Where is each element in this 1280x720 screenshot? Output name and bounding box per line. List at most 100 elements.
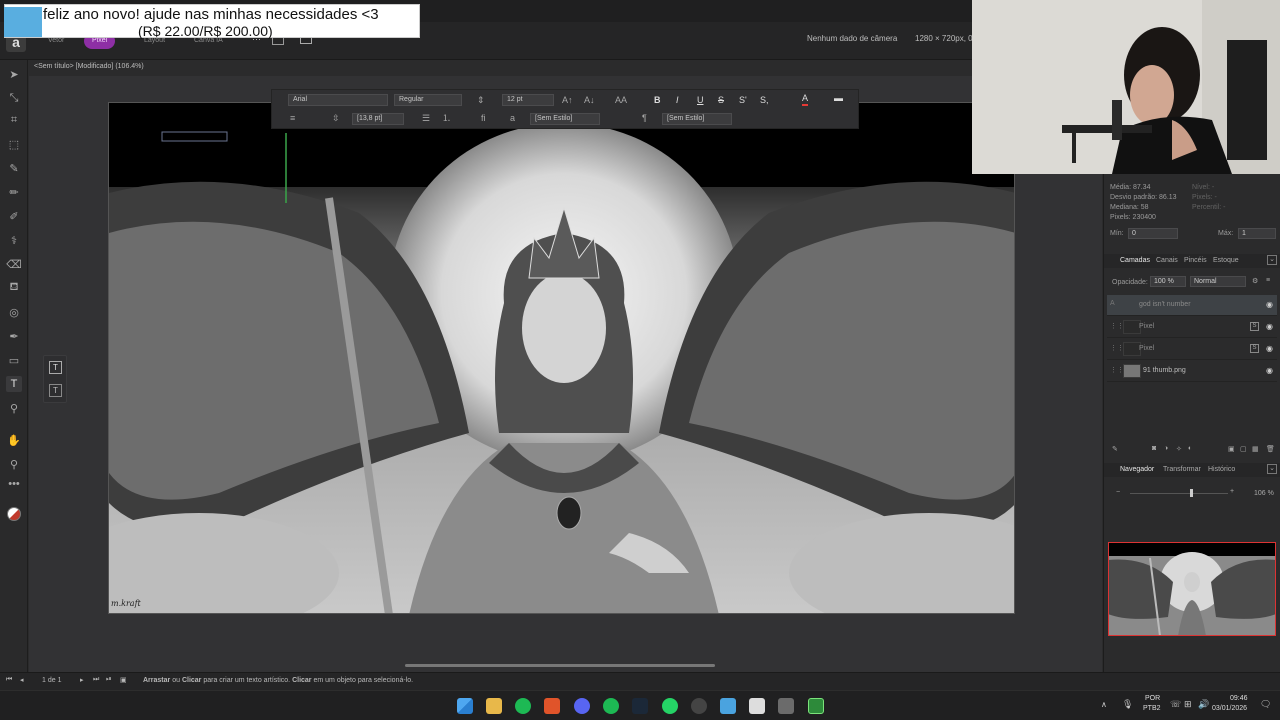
network-icon[interactable]: ⊞ xyxy=(1184,699,1192,710)
max-input[interactable]: 1 xyxy=(1238,228,1276,239)
eyedropper-tool-icon[interactable]: ⚲ xyxy=(6,400,22,416)
font-weight-select[interactable]: Regular xyxy=(394,94,462,106)
strikethrough-button[interactable]: S xyxy=(718,94,724,106)
lang-indicator[interactable]: POR xyxy=(1145,695,1160,702)
layer-filter-icon[interactable]: ≡ xyxy=(1266,277,1270,284)
panel-menu-icon[interactable]: ⌄ xyxy=(1267,255,1277,265)
bold-button[interactable]: B xyxy=(654,94,661,106)
add-pixel-layer-icon[interactable]: ▣ xyxy=(1228,445,1235,453)
prev-page-icon[interactable]: ◂ xyxy=(20,676,24,684)
notification-icon[interactable]: 🗨 xyxy=(1260,699,1271,710)
delete-layer-icon[interactable]: 🗑 xyxy=(1266,445,1275,453)
bullet-list-icon[interactable]: ☰ xyxy=(422,112,430,124)
calculator-icon[interactable] xyxy=(778,698,794,714)
layer-row[interactable]: ⋮⋮ 91 thumb.png ◉ xyxy=(1107,361,1277,382)
blend-mode-select[interactable]: Normal xyxy=(1190,276,1246,287)
mask-icon[interactable]: ◙ xyxy=(1152,445,1156,452)
affinity-photo-icon[interactable] xyxy=(808,698,824,714)
next-page-icon[interactable]: ▸ xyxy=(80,676,84,684)
tab-historico[interactable]: Histórico xyxy=(1208,466,1235,473)
spotify-2-icon[interactable] xyxy=(603,698,619,714)
brush-tool-icon[interactable]: ✏ xyxy=(6,184,22,200)
horizontal-scrollbar[interactable] xyxy=(405,664,715,667)
capcut-icon[interactable] xyxy=(749,698,765,714)
steam-icon[interactable] xyxy=(632,698,648,714)
character-style-select[interactable]: [Sem Estilo] xyxy=(530,113,600,125)
whatsapp-icon[interactable] xyxy=(662,698,678,714)
brave-browser-icon[interactable] xyxy=(544,698,560,714)
tab-canais[interactable]: Canais xyxy=(1156,257,1178,264)
zoom-slider[interactable] xyxy=(1130,493,1228,494)
eraser-tool-icon[interactable]: ⌫ xyxy=(6,256,22,272)
italic-button[interactable]: I xyxy=(676,94,679,106)
clock-date[interactable]: 03/01/2026 xyxy=(1212,705,1247,712)
nav-menu-icon[interactable]: ⌄ xyxy=(1267,464,1277,474)
leading-icon[interactable]: ⇳ xyxy=(332,112,340,124)
windows-start-icon[interactable] xyxy=(457,698,473,714)
opacity-input[interactable]: 100 % xyxy=(1150,276,1186,287)
grow-font-icon[interactable]: A↑ xyxy=(562,94,573,106)
font-family-select[interactable]: Arial xyxy=(288,94,388,106)
artistic-text-icon[interactable]: T xyxy=(49,361,62,374)
group-icon[interactable]: ▢ xyxy=(1240,445,1247,453)
history-back-icon[interactable]: ⏯ xyxy=(106,676,112,684)
paragraph-icon[interactable]: ¶ xyxy=(642,112,647,124)
eye-icon[interactable]: ◉ xyxy=(1266,366,1273,375)
tray-chevron-icon[interactable]: ∧ xyxy=(1101,700,1107,709)
case-icon[interactable]: AA xyxy=(615,94,627,106)
document-tab[interactable]: <Sem título> [Modificado] (106.4%) xyxy=(34,63,144,70)
shrink-font-icon[interactable]: A↓ xyxy=(584,94,595,106)
microphone-icon[interactable]: 🎙 xyxy=(1122,699,1133,710)
min-input[interactable]: 0 xyxy=(1128,228,1178,239)
text-color-icon[interactable]: A xyxy=(802,92,809,106)
fx-icon[interactable]: S xyxy=(1250,344,1259,353)
align-left-icon[interactable]: ≡ xyxy=(290,112,295,124)
volume-icon[interactable]: 🔊 xyxy=(1198,699,1209,710)
eye-icon[interactable]: ◉ xyxy=(1266,344,1273,353)
first-page-icon[interactable]: ⏮ xyxy=(6,676,12,684)
drag-handle-icon[interactable]: ⋮⋮ xyxy=(1110,344,1124,352)
move-tool-icon[interactable]: ➤ xyxy=(6,66,22,82)
last-page-icon[interactable]: ⏭ xyxy=(93,676,99,684)
tab-navegador[interactable]: Navegador xyxy=(1120,466,1154,473)
grid-layers-icon[interactable]: ▦ xyxy=(1252,445,1259,453)
discord-icon[interactable] xyxy=(574,698,590,714)
pen-tool-icon[interactable]: ✒ xyxy=(6,328,22,344)
color-picker-icon[interactable]: ✎ xyxy=(6,160,22,176)
text-tool-icon[interactable]: T xyxy=(6,376,22,392)
retouch-tool-icon[interactable]: ⚕ xyxy=(6,232,22,248)
underline-button[interactable]: U xyxy=(697,94,704,106)
paragraph-style-select[interactable]: [Sem Estilo] xyxy=(662,113,732,125)
eye-icon[interactable]: ◉ xyxy=(1266,300,1273,309)
superscript-button[interactable]: S' xyxy=(739,94,747,106)
clone-tool-icon[interactable]: ◎ xyxy=(6,304,22,320)
numbered-list-icon[interactable]: ⒈ xyxy=(442,112,451,124)
fx-icon[interactable]: S xyxy=(1250,322,1259,331)
layer-settings-icon[interactable]: ⚙ xyxy=(1252,277,1258,285)
selection-tool-icon[interactable]: ⬚ xyxy=(6,136,22,152)
leading-input[interactable]: [13,8 pt] xyxy=(352,113,404,125)
zoom-slider-handle[interactable] xyxy=(1190,489,1193,497)
tab-pinceis[interactable]: Pincéis xyxy=(1184,257,1207,264)
font-size-input[interactable]: 12 pt xyxy=(502,94,554,106)
more-tools-icon[interactable]: ••• xyxy=(6,476,22,492)
zoom-out-icon[interactable]: − xyxy=(1116,489,1120,496)
fx-layer-icon[interactable]: ✧ xyxy=(1176,445,1182,453)
pages-icon[interactable]: ▣ xyxy=(120,676,127,684)
zoom-tool-icon[interactable]: ⚲ xyxy=(6,456,22,472)
tab-camadas[interactable]: Camadas xyxy=(1120,257,1150,264)
ligature-icon[interactable]: fi xyxy=(481,112,486,124)
navigator-preview[interactable] xyxy=(1108,542,1276,636)
tab-estoque[interactable]: Estoque xyxy=(1213,257,1239,264)
file-explorer-icon[interactable] xyxy=(486,698,502,714)
transform-tool-icon[interactable]: ⤡ xyxy=(6,90,22,106)
shape-tool-icon[interactable]: ▭ xyxy=(6,352,22,368)
layer-row[interactable]: A god isn't number ◉ xyxy=(1107,295,1277,316)
obs-icon[interactable] xyxy=(691,698,707,714)
frame-text-icon[interactable]: T xyxy=(49,384,62,397)
live-filter-icon[interactable]: ◐ xyxy=(1188,445,1192,452)
tab-transformar[interactable]: Transformar xyxy=(1163,466,1201,473)
highlight-color-icon[interactable]: ▬ xyxy=(834,92,843,104)
hand-tool-icon[interactable]: ✋ xyxy=(6,432,22,448)
drag-handle-icon[interactable]: ⋮⋮ xyxy=(1110,366,1124,374)
